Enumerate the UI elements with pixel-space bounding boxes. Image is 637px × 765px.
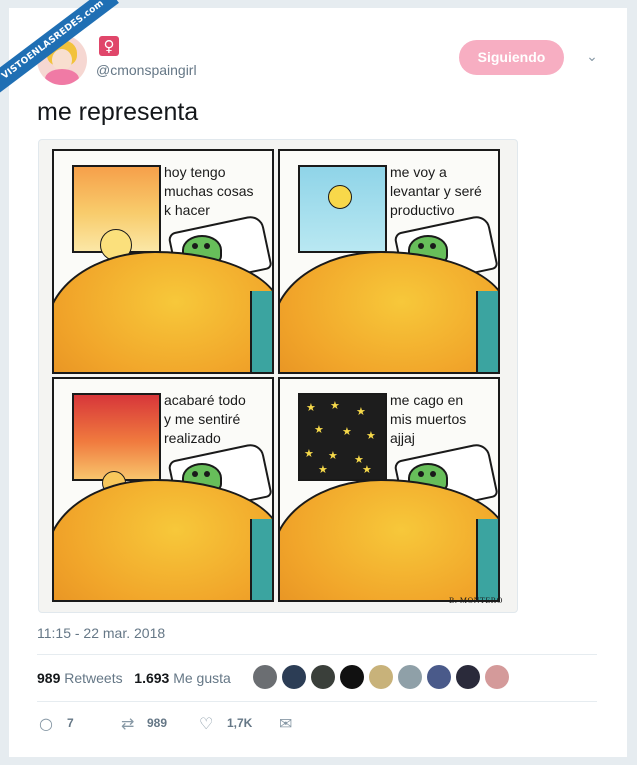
star-icon: ★: [366, 429, 376, 442]
engagement-stats: 989 Retweets 1.693 Me gusta: [37, 670, 231, 686]
bedsheet: [476, 519, 498, 600]
star-icon: ★: [306, 401, 316, 414]
divider: [37, 654, 597, 655]
star-icon: ★: [318, 463, 328, 476]
tweet-timestamp[interactable]: 11:15 - 22 mar. 2018: [37, 625, 165, 641]
avatar[interactable]: [456, 665, 480, 689]
account-handle[interactable]: @cmonspaingirl: [96, 62, 197, 78]
retweets-label[interactable]: Retweets: [64, 670, 122, 686]
avatar[interactable]: [253, 665, 277, 689]
reply-icon[interactable]: ○: [39, 714, 53, 733]
comic-panel-2: me voy a levantar y seré productivo: [278, 149, 500, 374]
avatar[interactable]: [282, 665, 306, 689]
avatar[interactable]: [398, 665, 422, 689]
avatar[interactable]: [311, 665, 335, 689]
chevron-down-icon[interactable]: ⌄: [583, 48, 601, 66]
star-icon: ★: [304, 447, 314, 460]
heart-icon[interactable]: ♡: [199, 714, 213, 733]
bedsheet: [250, 519, 272, 600]
retweet-count: 989: [147, 716, 168, 730]
panel-caption: acabaré todo y me sentiré realizado: [164, 392, 246, 446]
like-count: 1,7K: [227, 716, 253, 730]
avatar-dress: [45, 69, 79, 85]
divider: [37, 701, 597, 702]
star-icon: ★: [328, 449, 338, 462]
star-icon: ★: [330, 399, 340, 412]
window-day: [298, 165, 387, 253]
panel-caption: me cago en mis muertos ajjaj: [390, 392, 467, 446]
sun-icon: [328, 185, 352, 209]
blanket: [54, 479, 272, 600]
retweets-count[interactable]: 989: [37, 670, 60, 686]
retweet-icon[interactable]: ⇄: [121, 714, 134, 733]
comic-panel-4: ★ ★ ★ ★ ★ ★ ★ ★ ★ ★ ★ me cago en mis mue…: [278, 377, 500, 602]
avatar[interactable]: [369, 665, 393, 689]
likes-count[interactable]: 1.693: [134, 670, 169, 686]
comic-panel-3: acabaré todo y me sentiré realizado: [52, 377, 274, 602]
panel-caption: hoy tengo muchas cosas k hacer: [164, 164, 254, 218]
avatar[interactable]: [427, 665, 451, 689]
comic-panel-1: hoy tengo muchas cosas k hacer: [52, 149, 274, 374]
window-sunset: [72, 393, 161, 495]
avatar[interactable]: [485, 665, 509, 689]
envelope-icon[interactable]: ✉: [279, 714, 292, 733]
comic-image[interactable]: hoy tengo muchas cosas k hacer me voy a …: [38, 139, 518, 613]
artist-signature: B. MONTERO: [449, 596, 503, 605]
panel-caption: me voy a levantar y seré productivo: [390, 164, 482, 218]
female-symbol-icon: ♀: [99, 36, 119, 56]
star-icon: ★: [362, 463, 372, 476]
likes-label[interactable]: Me gusta: [173, 670, 231, 686]
tweet-card: ♀ @cmonspaingirl Siguiendo ⌄ me represen…: [9, 8, 627, 757]
window-night: ★ ★ ★ ★ ★ ★ ★ ★ ★ ★ ★: [298, 393, 387, 481]
bedsheet: [476, 291, 498, 372]
avatar[interactable]: [340, 665, 364, 689]
avatar-face: [52, 49, 72, 71]
blanket: [280, 251, 498, 372]
blanket: [280, 479, 498, 600]
blanket: [54, 251, 272, 372]
star-icon: ★: [356, 405, 366, 418]
reply-count: 7: [67, 716, 74, 730]
star-icon: ★: [342, 425, 352, 438]
following-button[interactable]: Siguiendo: [459, 40, 564, 75]
bedsheet: [250, 291, 272, 372]
window-sunrise: [72, 165, 161, 261]
tweet-text: me representa: [37, 98, 199, 126]
star-icon: ★: [314, 423, 324, 436]
